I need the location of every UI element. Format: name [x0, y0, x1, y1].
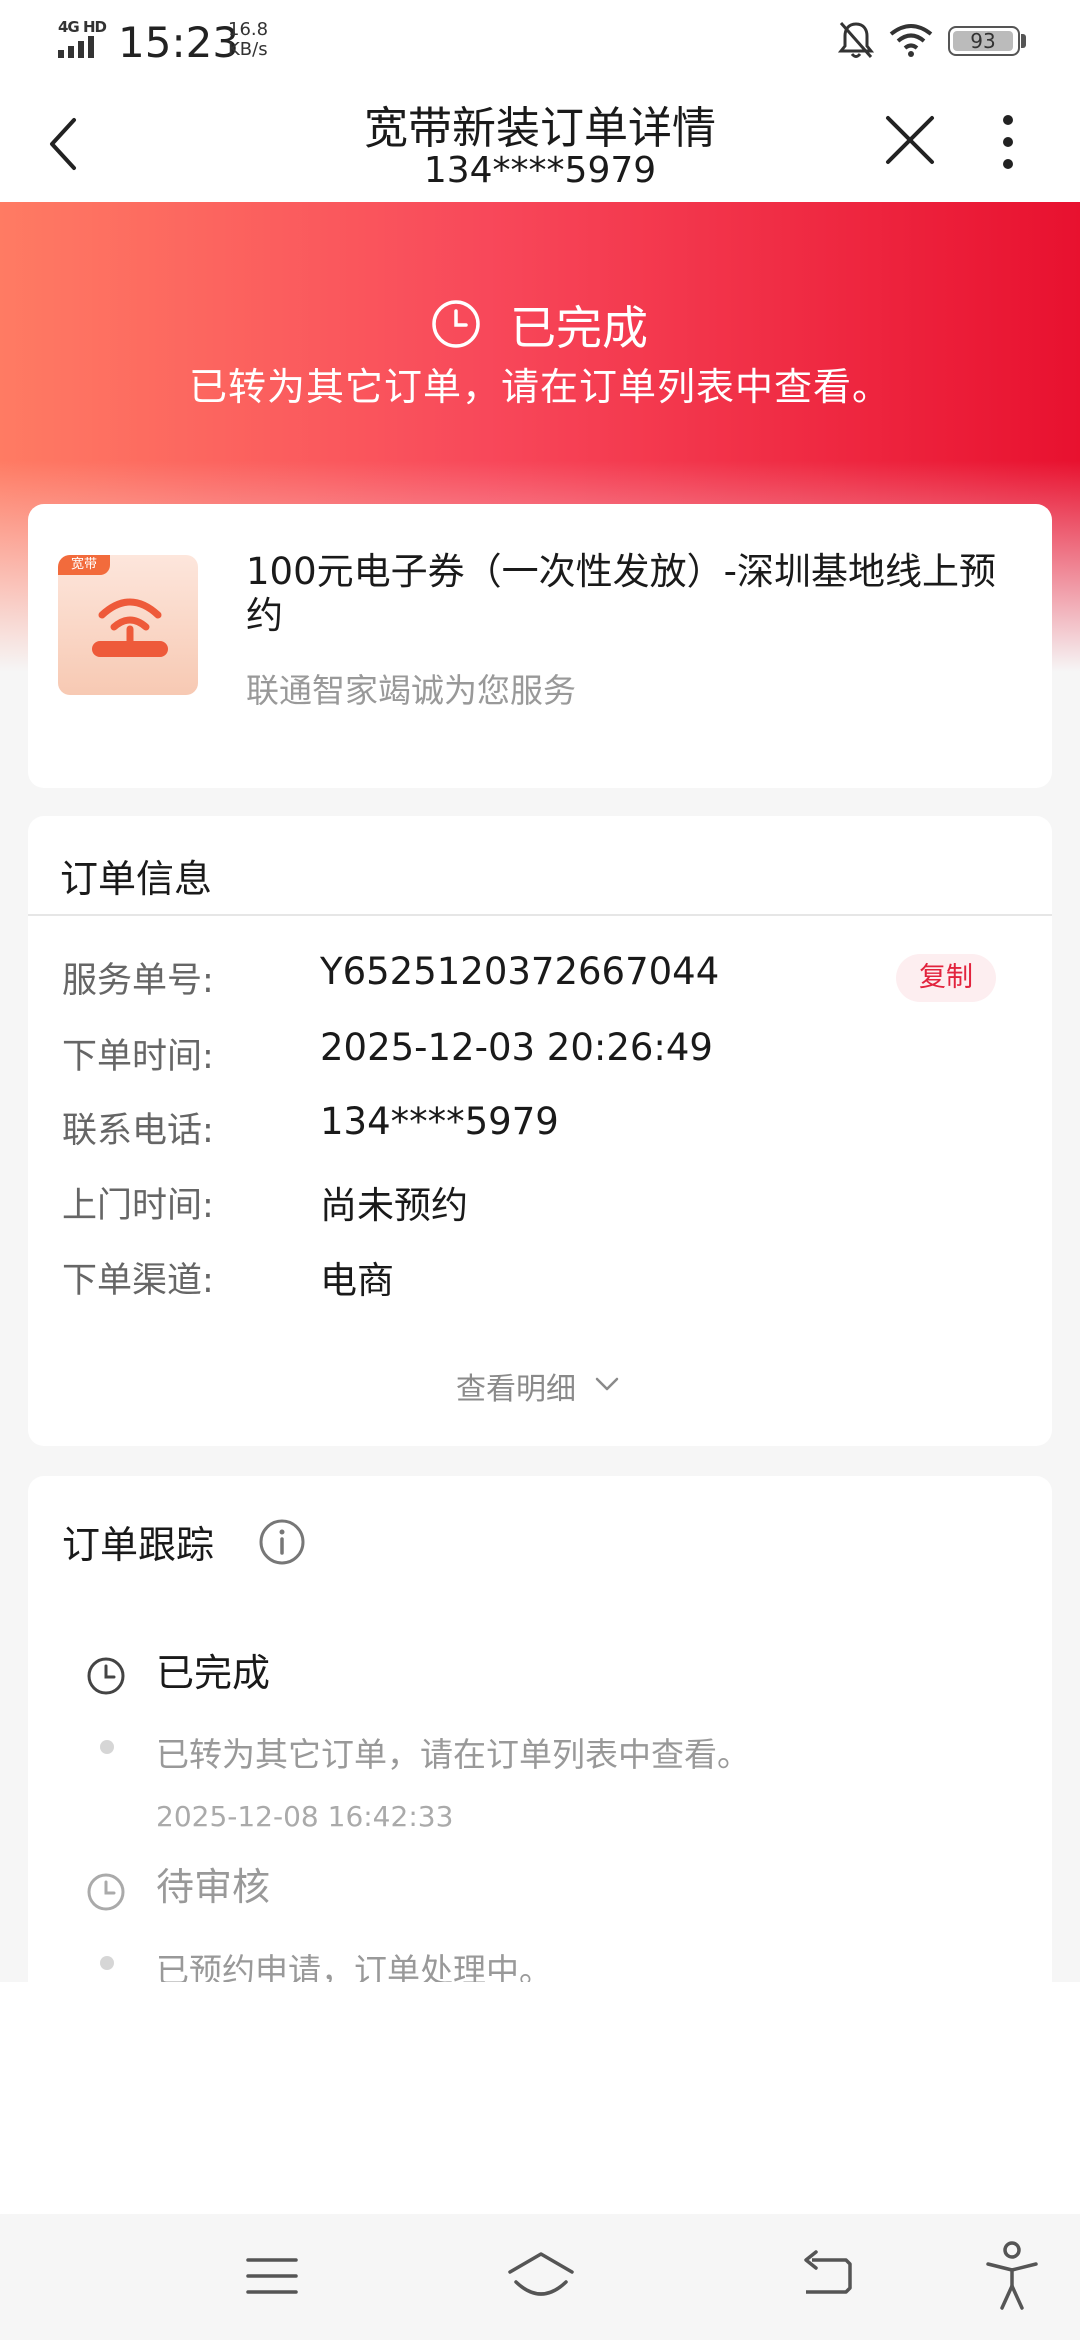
service-number-value: Y6525120372667044: [320, 950, 720, 993]
battery-icon: 93: [948, 26, 1020, 56]
network-indicator: 4G HD: [58, 18, 107, 36]
network-speed: 16.8 KB/s: [228, 20, 268, 60]
clock-icon: [432, 300, 480, 348]
bell-muted-icon: [838, 22, 874, 58]
status-message: 已转为其它订单，请在订单列表中查看。: [188, 365, 891, 409]
tracking-time: 2025-12-08 16:42:33: [156, 1800, 454, 1833]
order-channel-value: 电商: [320, 1259, 394, 1302]
page-subtitle: 134****5979: [423, 150, 657, 191]
page-title: 宽带新装订单详情: [364, 103, 716, 154]
chevron-down-icon[interactable]: [594, 1374, 620, 1394]
contact-phone-label: 联系电话:: [62, 1111, 214, 1151]
menu-icon[interactable]: [242, 2246, 302, 2306]
order-info-title: 订单信息: [60, 857, 213, 901]
close-icon[interactable]: [884, 114, 936, 166]
contact-phone-value: 134****5979: [320, 1100, 559, 1143]
timeline-dot: [100, 1956, 114, 1970]
more-vertical-icon[interactable]: [1002, 112, 1014, 172]
status-time: 15:23: [118, 18, 240, 67]
view-details-link[interactable]: 查看明细: [456, 1364, 576, 1408]
signal-icon: [58, 36, 94, 58]
product-description: 联通智家竭诚为您服务: [246, 671, 576, 710]
battery-level: 93: [970, 29, 996, 53]
blank-area: [0, 1982, 1080, 2214]
product-tag: 宽带: [58, 555, 110, 575]
product-name: 100元电子券（一次性发放）-深圳基地线上预约: [246, 550, 996, 637]
info-icon[interactable]: [258, 1518, 306, 1566]
order-status: 已完成: [510, 301, 648, 355]
router-icon: [92, 598, 168, 657]
timeline-dot: [100, 1740, 114, 1754]
battery-tip: [1021, 34, 1026, 48]
order-channel-label: 下单渠道:: [62, 1261, 214, 1301]
tracking-status: 待审核: [156, 1865, 271, 1909]
home-icon[interactable]: [506, 2246, 576, 2306]
back-icon[interactable]: [796, 2246, 856, 2306]
visit-time-value: 尚未预约: [320, 1184, 468, 1227]
order-time-value: 2025-12-03 20:26:49: [320, 1026, 713, 1069]
order-tracking-title: 订单跟踪: [62, 1523, 215, 1567]
visit-time-label: 上门时间:: [62, 1186, 214, 1226]
back-arrow-icon[interactable]: [44, 112, 84, 176]
clock-icon: [87, 1873, 125, 1911]
tracking-status: 已完成: [156, 1651, 271, 1695]
divider: [28, 914, 1052, 916]
wifi-icon: [889, 24, 933, 57]
network-speed-value: 16.8: [228, 19, 269, 40]
service-number-label: 服务单号:: [62, 961, 214, 1001]
tracking-text: 已转为其它订单，请在订单列表中查看。: [156, 1735, 750, 1774]
accessibility-icon[interactable]: [984, 2240, 1040, 2312]
copy-button[interactable]: 复制: [896, 954, 996, 1002]
clock-icon: [87, 1657, 125, 1695]
product-thumbnail: 宽带: [58, 555, 198, 695]
order-time-label: 下单时间:: [62, 1037, 214, 1077]
network-speed-unit: KB/s: [228, 39, 268, 60]
